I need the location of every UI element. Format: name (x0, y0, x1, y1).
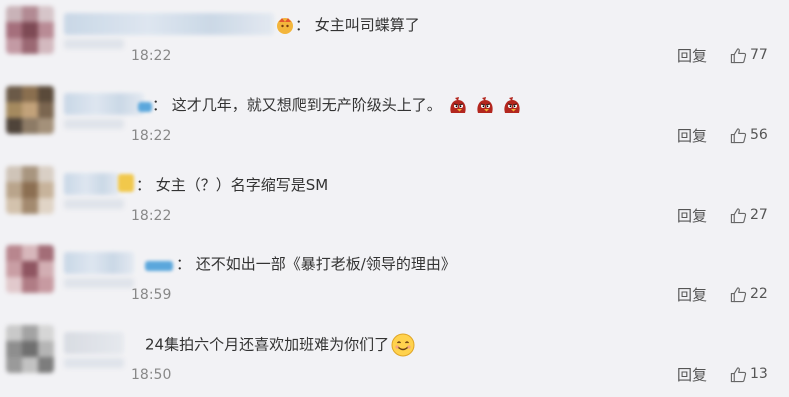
comment-time: 18:59 (131, 287, 172, 303)
angry-bird-emoji-icon (474, 95, 496, 117)
user-subline-blurred (64, 278, 134, 288)
avatar[interactable] (6, 245, 54, 293)
crown-badge-icon (275, 15, 295, 39)
comment-time: 18:22 (131, 208, 172, 224)
like-button[interactable]: 77 (730, 45, 768, 65)
thumbs-up-icon (730, 47, 747, 63)
thumbs-up-icon (730, 207, 747, 223)
username-blurred[interactable] (64, 13, 274, 35)
thumbs-up-icon (730, 127, 747, 143)
like-count: 27 (750, 207, 768, 223)
reply-button[interactable]: 回复 (677, 285, 707, 305)
like-count: 77 (750, 47, 768, 63)
user-subline-blurred (64, 358, 124, 368)
user-subline-blurred (64, 199, 124, 209)
avatar[interactable] (6, 86, 54, 134)
comment-text: 24集拍六个月还喜欢加班难为你们了 (145, 333, 415, 357)
reply-button[interactable]: 回复 (677, 46, 707, 66)
user-badge (145, 261, 173, 271)
comment-text: ： 还不如出一部《暴打老板/领导的理由》 (176, 255, 456, 273)
thumbs-up-icon (730, 286, 747, 302)
user-badge (118, 174, 134, 192)
reply-button[interactable]: 回复 (677, 126, 707, 146)
user-subline-blurred (64, 119, 124, 129)
like-count: 22 (750, 286, 768, 302)
comment-item: ： 女主（？）名字缩写是SM 18:22 回复 27 (0, 160, 789, 238)
comment-item: 24集拍六个月还喜欢加班难为你们了 18:50 回复 13 (0, 319, 789, 397)
comment-item: ： 这才几年，就又想爬到无产阶级头上了。 18:22 回复 56 (0, 80, 789, 158)
like-button[interactable]: 13 (730, 364, 768, 384)
comment-text-body: 24集拍六个月还喜欢加班难为你们了 (145, 335, 390, 354)
username-blurred[interactable] (64, 93, 144, 115)
avatar[interactable] (6, 6, 54, 54)
like-count: 13 (750, 366, 768, 382)
username-blurred[interactable] (64, 252, 134, 274)
reply-button[interactable]: 回复 (677, 365, 707, 385)
reply-button[interactable]: 回复 (677, 206, 707, 226)
like-count: 56 (750, 127, 768, 143)
like-button[interactable]: 56 (730, 125, 768, 145)
comment-item: ： 还不如出一部《暴打老板/领导的理由》 18:59 回复 22 (0, 239, 789, 317)
comment-text: ： 女主叫司蝶算了 (295, 16, 420, 34)
avatar[interactable] (6, 325, 54, 373)
comment-list: ： 女主叫司蝶算了 18:22 回复 77 ： 这才几年，就又想爬到无产阶级头上… (0, 0, 789, 397)
comment-time: 18:50 (131, 367, 172, 383)
comment-item: ： 女主叫司蝶算了 18:22 回复 77 (0, 0, 789, 78)
like-button[interactable]: 27 (730, 205, 768, 225)
avatar[interactable] (6, 166, 54, 214)
user-badge (138, 102, 152, 112)
thumbs-up-icon (730, 366, 747, 382)
smile-emoji-icon (391, 333, 415, 357)
comment-text: ： 这才几年，就又想爬到无产阶级头上了。 (152, 94, 523, 117)
comment-text: ： 女主（？）名字缩写是SM (136, 176, 329, 194)
angry-bird-emoji-icon (447, 95, 469, 117)
like-button[interactable]: 22 (730, 284, 768, 304)
comment-time: 18:22 (131, 128, 172, 144)
username-blurred[interactable] (64, 173, 119, 195)
angry-bird-emoji-icon (501, 95, 523, 117)
comment-text-body: ： 这才几年，就又想爬到无产阶级头上了。 (152, 96, 442, 114)
comment-time: 18:22 (131, 48, 172, 64)
username-blurred[interactable] (64, 332, 124, 354)
user-subline-blurred (64, 39, 124, 49)
